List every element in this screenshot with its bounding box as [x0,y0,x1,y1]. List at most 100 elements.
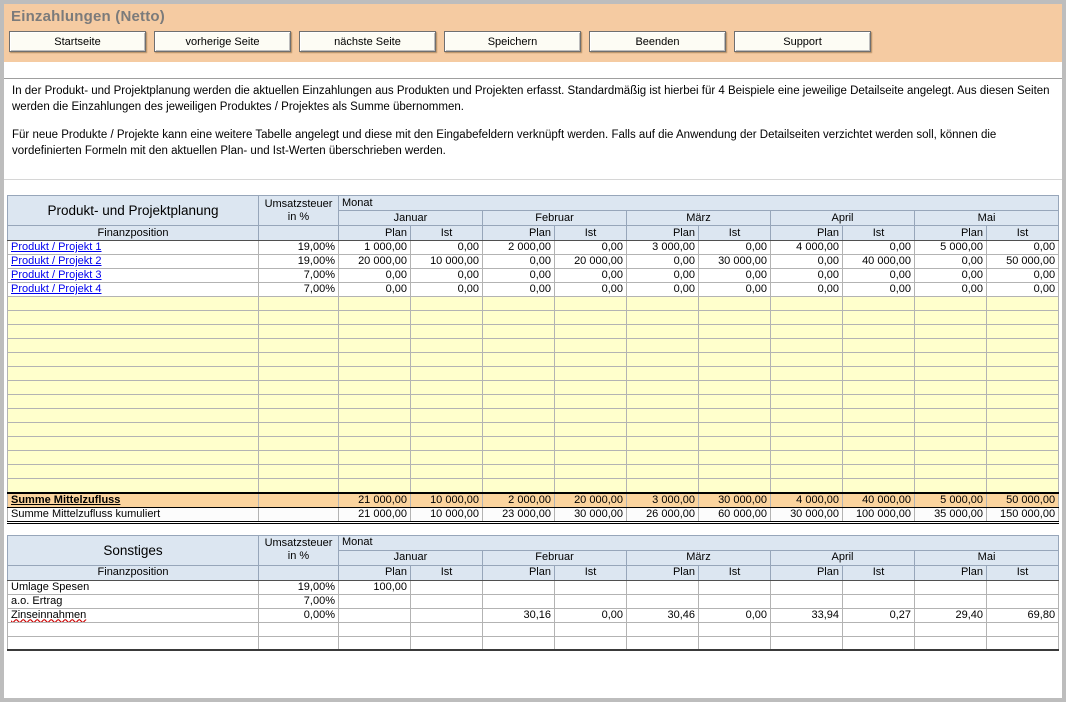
plan-value-cell[interactable]: 0,00 [483,255,555,269]
empty-cell[interactable] [843,339,915,353]
empty-cell[interactable] [843,423,915,437]
empty-cell[interactable] [483,636,555,650]
ist-value-cell[interactable]: 69,80 [987,608,1059,622]
empty-cell[interactable] [915,409,987,423]
empty-cell[interactable] [555,409,627,423]
empty-cell[interactable] [987,381,1059,395]
empty-cell[interactable] [771,636,843,650]
empty-cell[interactable] [699,367,771,381]
empty-cell[interactable] [411,297,483,311]
ist-value-cell[interactable]: 0,00 [987,269,1059,283]
empty-cell[interactable] [259,395,339,409]
empty-cell[interactable] [987,465,1059,479]
empty-cell[interactable] [843,311,915,325]
empty-cell[interactable] [339,297,411,311]
empty-cell[interactable] [771,367,843,381]
empty-cell[interactable] [259,479,339,493]
product-link[interactable]: Produkt / Projekt 1 [11,241,102,253]
empty-cell[interactable] [627,437,699,451]
empty-cell[interactable] [259,367,339,381]
plan-value-cell[interactable]: 30,46 [627,608,699,622]
plan-value-cell[interactable]: 0,00 [915,269,987,283]
empty-cell[interactable] [339,423,411,437]
empty-cell[interactable] [699,297,771,311]
empty-cell[interactable] [987,353,1059,367]
plan-value-cell[interactable]: 0,00 [915,283,987,297]
empty-cell[interactable] [843,479,915,493]
ist-value-cell[interactable]: 0,00 [411,269,483,283]
empty-cell[interactable] [627,381,699,395]
empty-cell[interactable] [627,395,699,409]
empty-cell[interactable] [411,437,483,451]
empty-cell[interactable] [771,451,843,465]
empty-cell[interactable] [259,353,339,367]
empty-cell[interactable] [8,636,259,650]
empty-cell[interactable] [987,423,1059,437]
tax-value-cell[interactable]: 7,00% [259,269,339,283]
empty-cell[interactable] [987,437,1059,451]
empty-cell[interactable] [411,311,483,325]
ist-value-cell[interactable] [411,580,483,594]
plan-value-cell[interactable]: 0,00 [915,255,987,269]
empty-cell[interactable] [771,339,843,353]
product-link[interactable]: Produkt / Projekt 2 [11,255,102,267]
empty-cell[interactable] [483,353,555,367]
empty-cell[interactable] [627,367,699,381]
empty-cell[interactable] [843,297,915,311]
empty-cell[interactable] [339,636,411,650]
empty-cell[interactable] [915,367,987,381]
empty-cell[interactable] [259,622,339,636]
ist-value-cell[interactable]: 0,00 [411,283,483,297]
plan-value-cell[interactable]: 5 000,00 [915,241,987,255]
empty-cell[interactable] [987,297,1059,311]
empty-cell[interactable] [627,297,699,311]
empty-cell[interactable] [915,339,987,353]
empty-cell[interactable] [555,297,627,311]
empty-cell[interactable] [411,395,483,409]
empty-cell[interactable] [411,325,483,339]
empty-cell[interactable] [627,423,699,437]
empty-cell[interactable] [259,451,339,465]
empty-cell[interactable] [483,367,555,381]
empty-cell[interactable] [339,465,411,479]
empty-cell[interactable] [915,381,987,395]
empty-cell[interactable] [483,381,555,395]
ist-value-cell[interactable]: 0,00 [699,608,771,622]
empty-cell[interactable] [555,325,627,339]
empty-cell[interactable] [8,423,259,437]
empty-cell[interactable] [771,311,843,325]
empty-cell[interactable] [699,423,771,437]
empty-cell[interactable] [555,353,627,367]
empty-cell[interactable] [771,409,843,423]
empty-cell[interactable] [339,395,411,409]
empty-cell[interactable] [915,622,987,636]
empty-cell[interactable] [483,437,555,451]
empty-cell[interactable] [259,311,339,325]
empty-cell[interactable] [411,465,483,479]
empty-cell[interactable] [771,423,843,437]
empty-cell[interactable] [699,409,771,423]
empty-cell[interactable] [483,325,555,339]
empty-cell[interactable] [627,353,699,367]
ist-value-cell[interactable] [411,594,483,608]
ist-value-cell[interactable] [843,580,915,594]
empty-cell[interactable] [259,325,339,339]
empty-cell[interactable] [8,367,259,381]
ist-value-cell[interactable]: 0,00 [843,241,915,255]
empty-cell[interactable] [411,381,483,395]
empty-cell[interactable] [483,465,555,479]
plan-value-cell[interactable]: 0,00 [771,255,843,269]
plan-value-cell[interactable]: 29,40 [915,608,987,622]
empty-cell[interactable] [259,465,339,479]
empty-cell[interactable] [483,311,555,325]
empty-cell[interactable] [411,636,483,650]
tax-value-cell[interactable]: 19,00% [259,255,339,269]
product-link[interactable]: Produkt / Projekt 4 [11,283,102,295]
empty-cell[interactable] [699,353,771,367]
ist-value-cell[interactable] [699,594,771,608]
empty-cell[interactable] [987,636,1059,650]
product-link[interactable]: Produkt / Projekt 3 [11,269,102,281]
empty-cell[interactable] [8,395,259,409]
ist-value-cell[interactable]: 0,00 [555,269,627,283]
empty-cell[interactable] [987,311,1059,325]
